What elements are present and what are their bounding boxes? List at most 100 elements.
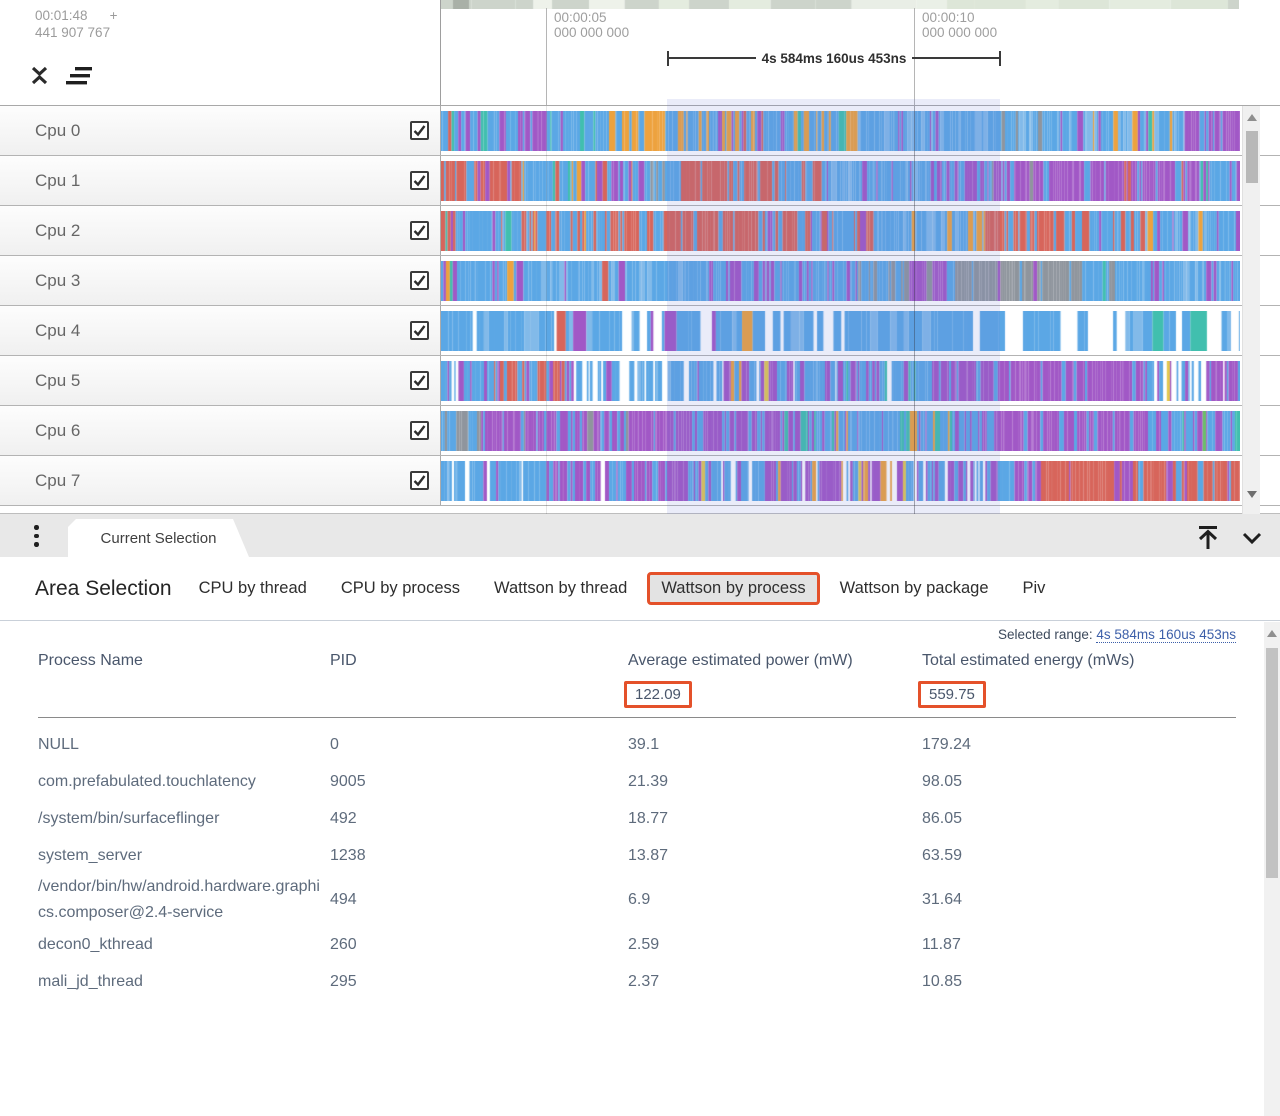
cpu-slice-timeline[interactable]	[441, 461, 1240, 501]
track-shell: Cpu 2	[0, 206, 441, 255]
cell-pid: 494	[330, 887, 628, 913]
track-label: Cpu 0	[35, 121, 80, 141]
cell-avg-power: 2.37	[628, 969, 922, 995]
track-checkbox[interactable]	[410, 221, 429, 240]
cpu-slice-timeline[interactable]	[441, 211, 1240, 251]
cell-pid: 1238	[330, 843, 628, 869]
time-ruler: 00:00:05000 000 00000:00:10000 000 000 4…	[441, 0, 1240, 105]
collapse-tracks-icon[interactable]	[28, 62, 51, 89]
cpu-tracks-area: Cpu 0 Cpu 1 Cpu 2Cpu 3 Cpu 4 Cpu 5 Cpu 6 Cpu 7	[0, 105, 1280, 514]
selected-range-label: Selected range:	[998, 627, 1093, 642]
span-duration-label: 4s 584ms 160us 453ns	[756, 51, 913, 66]
summary-avg-power-value: 122.09	[624, 681, 692, 708]
track-checkbox[interactable]	[410, 321, 429, 340]
area-selection-tabs: CPU by thread CPU by process Wattson by th…	[199, 572, 1046, 605]
panel-menu-icon[interactable]	[34, 525, 39, 547]
cell-pid: 295	[330, 969, 628, 995]
cell-avg-power: 18.77	[628, 806, 922, 832]
track-label: Cpu 5	[35, 371, 80, 391]
tab-current-selection[interactable]: Current Selection	[68, 519, 249, 557]
track-row[interactable]: Cpu 5	[0, 356, 1280, 406]
cpu-slice-timeline[interactable]	[441, 411, 1240, 451]
cell-process-name: /system/bin/surfaceflinger	[38, 806, 330, 832]
summary-total-energy-value: 559.75	[918, 681, 986, 708]
cpu-slice-timeline[interactable]	[441, 361, 1240, 401]
track-shell: Cpu 5	[0, 356, 441, 405]
cpu-slice-timeline[interactable]	[441, 261, 1240, 301]
track-row[interactable]: Cpu 2	[0, 206, 1280, 256]
track-checkbox[interactable]	[410, 171, 429, 190]
tab-cpu-by-thread[interactable]: CPU by thread	[199, 579, 307, 598]
offset-nanoseconds: 441 907 767	[35, 24, 117, 41]
cpu-slice-timeline[interactable]	[441, 111, 1240, 151]
track-shell: Cpu 3	[0, 256, 441, 305]
table-row: mali_jd_thread2952.3710.85	[38, 963, 1236, 1000]
cell-pid: 0	[330, 732, 628, 758]
track-checkbox[interactable]	[410, 371, 429, 390]
track-row[interactable]: Cpu 3	[0, 256, 1280, 306]
tab-cpu-by-process[interactable]: CPU by process	[341, 579, 460, 598]
time-marker-seconds: 00:00:05	[554, 10, 629, 25]
scroll-up-arrow[interactable]	[1247, 114, 1257, 121]
time-marker: 00:00:05000 000 000	[546, 8, 629, 105]
track-checkbox[interactable]	[410, 421, 429, 440]
col-total-energy: Total estimated energy (mWs)	[922, 647, 1236, 674]
cell-total-energy: 11.87	[922, 932, 1236, 958]
time-marker-seconds: 00:00:10	[922, 10, 997, 25]
cpu-slice-timeline[interactable]	[441, 161, 1240, 201]
track-row[interactable]: Cpu 6	[0, 406, 1280, 456]
track-label: Cpu 1	[35, 171, 80, 191]
offset-time: 00:01:48	[35, 8, 88, 23]
timeline-header: 00:01:48+ 441 907 767 00:00:05000 000 00…	[0, 0, 1280, 105]
checkmark-icon	[412, 173, 427, 188]
track-checkbox[interactable]	[410, 121, 429, 140]
tab-wattson-by-thread[interactable]: Wattson by thread	[494, 579, 627, 598]
scroll-down-arrow[interactable]	[1247, 491, 1257, 498]
checkmark-icon	[412, 273, 427, 288]
cell-avg-power: 21.39	[628, 769, 922, 795]
expand-panel-icon[interactable]	[1194, 522, 1222, 552]
track-row[interactable]: Cpu 7	[0, 456, 1280, 506]
table-row: com.prefabulated.touchlatency900521.3998…	[38, 763, 1236, 800]
details-panel: Current Selection Area Selection CPU by …	[0, 513, 1280, 1116]
wattson-table-section: Selected range: 4s 584ms 160us 453ns Pro…	[0, 621, 1280, 1000]
tracks-scrollbar[interactable]	[1242, 106, 1260, 514]
table-header-row: Process Name PID Average estimated power…	[38, 647, 1236, 674]
cpu-slice-timeline[interactable]	[441, 311, 1240, 351]
track-row[interactable]: Cpu 0	[0, 106, 1280, 156]
perfetto-trace-viewer: 00:01:48+ 441 907 767 00:00:05000 000 00…	[0, 0, 1280, 1116]
table-row: decon0_kthread2602.5911.87	[38, 926, 1236, 963]
cell-process-name: system_server	[38, 843, 330, 869]
table-summary-row: 122.09 559.75	[38, 681, 1236, 718]
track-row[interactable]: Cpu 1	[0, 156, 1280, 206]
track-row[interactable]: Cpu 4	[0, 306, 1280, 356]
panel-scrollbar-thumb[interactable]	[1266, 648, 1278, 878]
panel-scrollbar[interactable]	[1264, 622, 1280, 1116]
panel-scroll-up-arrow[interactable]	[1267, 630, 1277, 637]
selected-range-value-link[interactable]: 4s 584ms 160us 453ns	[1096, 627, 1236, 643]
section-title: Area Selection	[35, 577, 172, 601]
collapse-panel-chevron-icon[interactable]	[1238, 522, 1266, 552]
tab-wattson-by-process[interactable]: Wattson by process	[647, 572, 819, 605]
span-right-line	[912, 57, 999, 59]
tracks-scrollbar-thumb[interactable]	[1246, 131, 1258, 183]
cell-process-name: /vendor/bin/hw/android.hardware.graphics…	[38, 874, 330, 926]
tab-wattson-by-package[interactable]: Wattson by package	[840, 579, 989, 598]
track-checkbox[interactable]	[410, 271, 429, 290]
table-row: /system/bin/surfaceflinger49218.7786.05	[38, 800, 1236, 837]
track-shell: Cpu 6	[0, 406, 441, 455]
checkmark-icon	[412, 473, 427, 488]
tab-piv[interactable]: Piv	[1023, 579, 1046, 598]
checkmark-icon	[412, 123, 427, 138]
table-rows: NULL039.1179.24com.prefabulated.touchlat…	[0, 726, 1280, 1000]
track-checkbox[interactable]	[410, 471, 429, 490]
track-list: Cpu 0 Cpu 1 Cpu 2Cpu 3 Cpu 4 Cpu 5 Cpu 6 Cpu 7	[0, 106, 1280, 506]
time-marker-ns: 000 000 000	[922, 25, 997, 40]
track-label: Cpu 6	[35, 421, 80, 441]
time-marker-ns: 000 000 000	[554, 25, 629, 40]
cell-process-name: mali_jd_thread	[38, 969, 330, 995]
sort-tracks-icon[interactable]	[65, 64, 95, 88]
track-label: Cpu 4	[35, 321, 80, 341]
table-row: /vendor/bin/hw/android.hardware.graphics…	[38, 874, 1236, 926]
cell-process-name: NULL	[38, 732, 330, 758]
